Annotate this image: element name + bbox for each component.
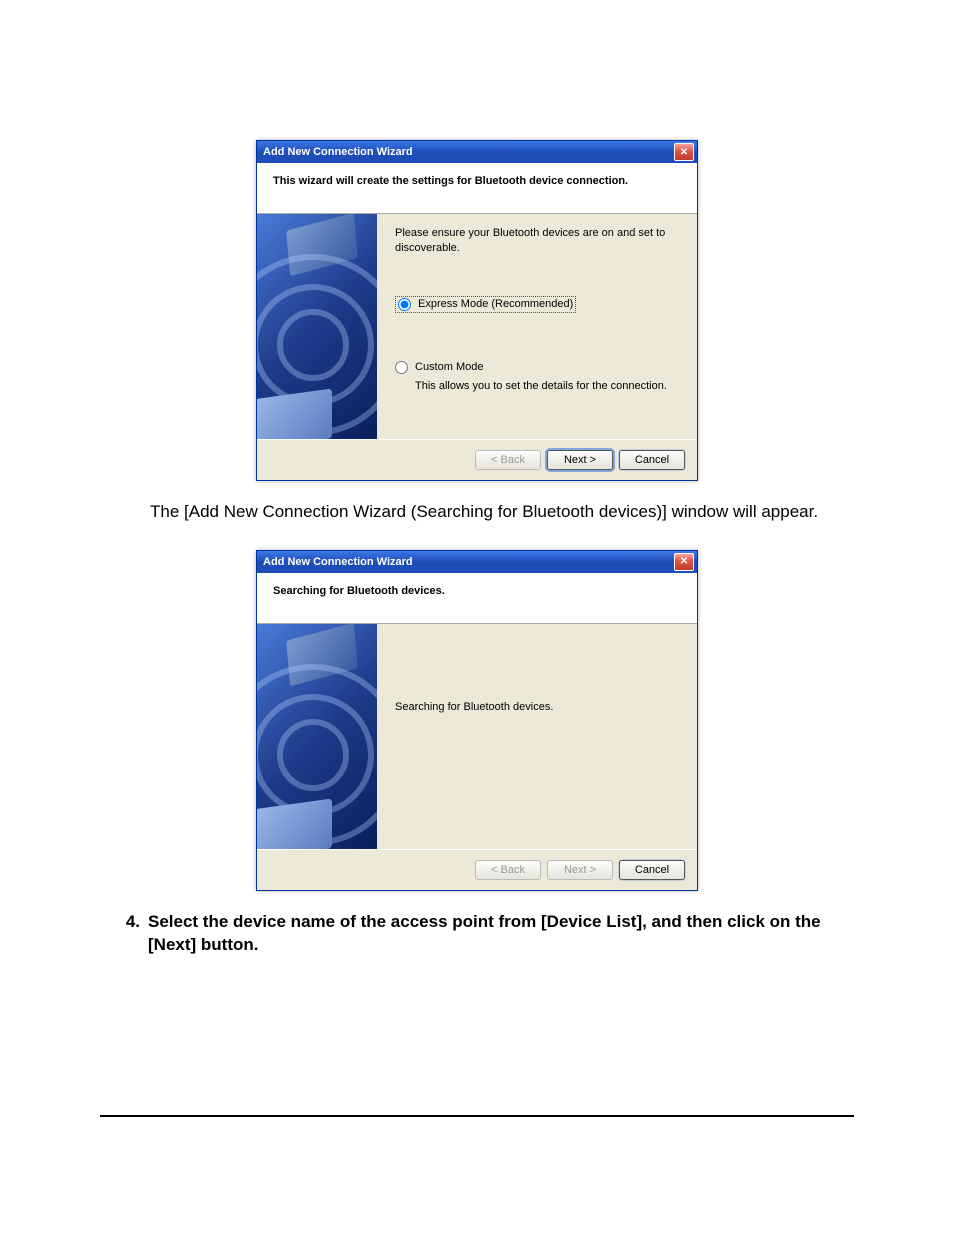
wizard-dialog-searching: Add New Connection Wizard ✕ Searching fo… — [256, 550, 698, 891]
step-4: 4. Select the device name of the access … — [118, 911, 854, 957]
close-icon[interactable]: ✕ — [674, 553, 694, 571]
wizard-subheader: This wizard will create the settings for… — [257, 163, 697, 214]
footer-rule — [100, 1115, 854, 1117]
window-title: Add New Connection Wizard — [263, 556, 413, 568]
next-button: Next > — [547, 860, 613, 880]
titlebar[interactable]: Add New Connection Wizard ✕ — [257, 551, 697, 573]
radio-custom-label: Custom Mode — [415, 361, 483, 373]
close-icon[interactable]: ✕ — [674, 143, 694, 161]
next-button[interactable]: Next > — [547, 450, 613, 470]
wizard-illustration — [257, 214, 377, 439]
button-row: < Back Next > Cancel — [257, 439, 697, 480]
instruction-text: Please ensure your Bluetooth devices are… — [395, 226, 679, 256]
radio-express-mode[interactable]: Express Mode (Recommended) — [395, 296, 576, 313]
radio-express-input[interactable] — [398, 298, 411, 311]
radio-custom-input[interactable] — [395, 361, 408, 374]
custom-mode-description: This allows you to set the details for t… — [415, 380, 679, 392]
step-number: 4. — [118, 911, 140, 957]
wizard-illustration — [257, 624, 377, 849]
cancel-button[interactable]: Cancel — [619, 450, 685, 470]
back-button: < Back — [475, 450, 541, 470]
radio-custom-mode[interactable]: Custom Mode — [395, 361, 679, 374]
cancel-button[interactable]: Cancel — [619, 860, 685, 880]
window-title: Add New Connection Wizard — [263, 146, 413, 158]
searching-message: Searching for Bluetooth devices. — [395, 701, 679, 713]
back-button: < Back — [475, 860, 541, 880]
button-row: < Back Next > Cancel — [257, 849, 697, 890]
wizard-dialog-mode-select: Add New Connection Wizard ✕ This wizard … — [256, 140, 698, 481]
step-text: Select the device name of the access poi… — [148, 911, 854, 957]
caption-text: The [Add New Connection Wizard (Searchin… — [150, 501, 854, 524]
wizard-subheader: Searching for Bluetooth devices. — [257, 573, 697, 624]
radio-express-label: Express Mode (Recommended) — [418, 298, 573, 310]
titlebar[interactable]: Add New Connection Wizard ✕ — [257, 141, 697, 163]
